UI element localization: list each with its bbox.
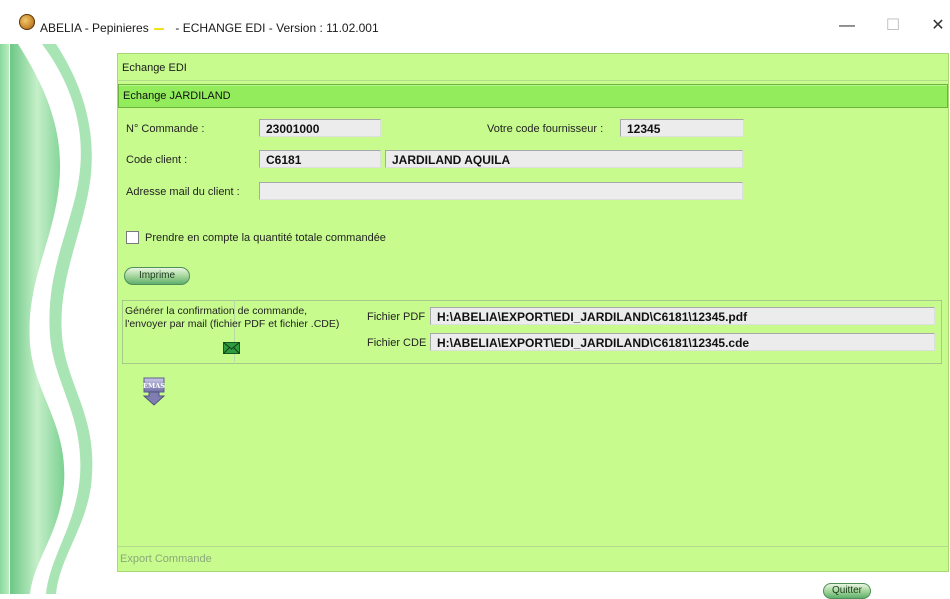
pdf-file-path-field[interactable]: H:\ABELIA\EXPORT\EDI_JARDILAND\C6181\123… <box>430 307 935 325</box>
client-code-field[interactable]: C6181 <box>259 150 381 168</box>
section-header: Echange JARDILAND <box>118 84 948 108</box>
maximize-button[interactable]: ☐ <box>878 16 908 36</box>
main-panel: Echange EDI Echange JARDILAND N° Command… <box>117 53 949 572</box>
emas-icon[interactable]: EMAS <box>140 376 168 406</box>
panel-title: Echange EDI <box>122 62 187 74</box>
total-quantity-checkbox-label: Prendre en compte la quantité totale com… <box>145 232 386 244</box>
export-order-label: Export Commande <box>120 553 212 565</box>
client-email-field[interactable] <box>259 182 743 200</box>
close-button[interactable]: ✕ <box>923 16 950 36</box>
order-number-field[interactable]: 23001000 <box>259 119 381 137</box>
panel-header: Echange EDI <box>118 54 948 81</box>
order-number-label: N° Commande : <box>126 123 205 135</box>
envelope-icon[interactable] <box>223 342 240 354</box>
title-highlight-mark <box>154 27 165 30</box>
client-name-field[interactable]: JARDILAND AQUILA <box>385 150 743 168</box>
section-title: Echange JARDILAND <box>123 90 231 102</box>
total-quantity-checkbox[interactable] <box>126 231 139 244</box>
pdf-file-label: Fichier PDF <box>367 311 426 323</box>
export-description-line2: l'envoyer par mail (fichier PDF et fichi… <box>125 318 340 330</box>
window-title-suffix: - ECHANGE EDI - Version : 11.02.001 <box>175 21 379 35</box>
emas-icon-text: EMAS <box>143 382 165 390</box>
export-description-line1: Générer la confirmation de commande, <box>125 305 308 317</box>
wavy-decoration-icon <box>0 44 108 594</box>
supplier-code-field[interactable]: 12345 <box>620 119 744 137</box>
cde-file-label: Fichier CDE <box>367 337 427 349</box>
window-title-main: ABELIA - Pepinieres <box>40 21 149 35</box>
print-button[interactable]: Imprime <box>124 267 190 285</box>
client-code-label: Code client : <box>126 154 188 166</box>
cde-file-path-field[interactable]: H:\ABELIA\EXPORT\EDI_JARDILAND\C6181\123… <box>430 333 935 351</box>
decorative-side-band <box>0 44 108 594</box>
minimize-button[interactable]: — <box>832 16 862 36</box>
window-title: ABELIA - Pepinieres - ECHANGE EDI - Vers… <box>40 21 379 35</box>
app-logo-icon <box>19 14 35 30</box>
title-bar: ABELIA - Pepinieres - ECHANGE EDI - Vers… <box>0 0 950 44</box>
quit-button[interactable]: Quitter <box>823 583 871 599</box>
panel-footer: Export Commande <box>118 546 948 572</box>
supplier-code-label: Votre code fournisseur : <box>487 123 604 135</box>
client-email-label: Adresse mail du client : <box>126 186 240 198</box>
